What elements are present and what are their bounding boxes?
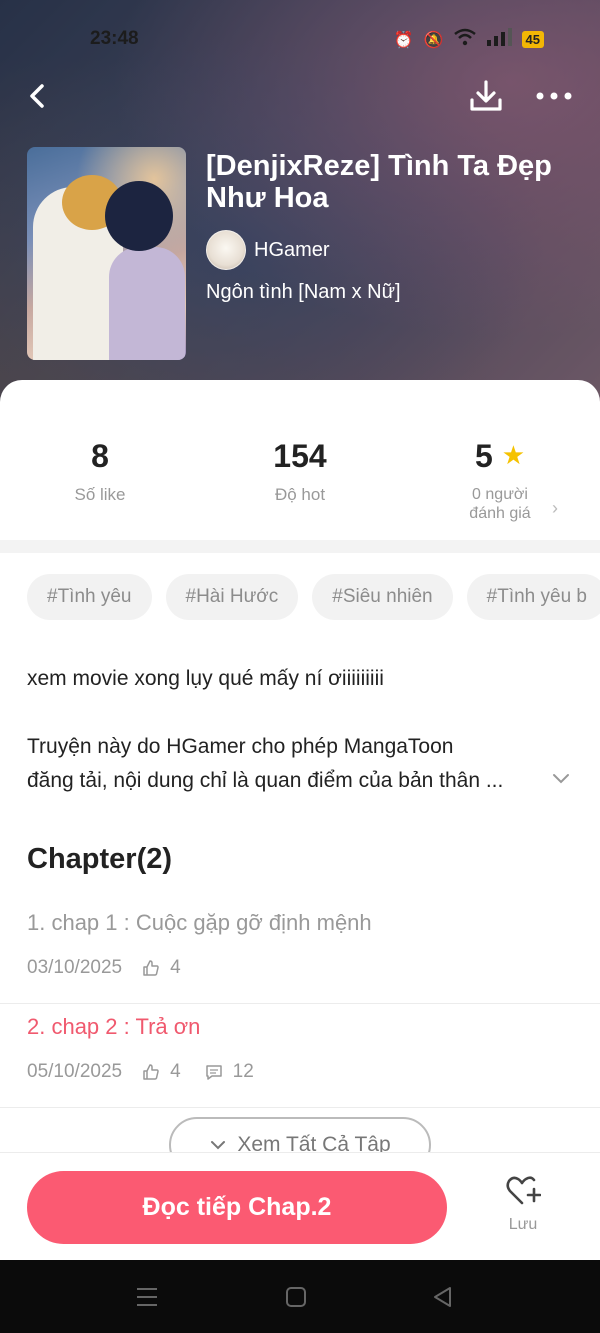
tag-chip[interactable]: #Tình yêu [27, 574, 152, 620]
rating-count-label: 0 người [472, 486, 528, 503]
tag-chip[interactable]: #Tình yêu b [466, 574, 600, 620]
wifi-icon [453, 28, 476, 51]
back-triangle-icon[interactable] [430, 1284, 456, 1310]
thumbs-up-icon [143, 1064, 159, 1080]
chapter-row[interactable]: 2. chap 2 : Trả ơn 05/10/2025 4 12 [0, 1004, 600, 1108]
save-button[interactable]: Lưu [493, 1175, 553, 1245]
genre-label: Ngôn tình [Nam x Nữ] [206, 281, 401, 303]
hot-stat: 154 Độ hot [200, 438, 400, 505]
tag-list: #Tình yêu #Hài Hước #Siêu nhiên #Tình yê… [27, 574, 600, 620]
download-button[interactable] [466, 76, 506, 116]
author-name: HGamer [254, 238, 330, 261]
menu-icon[interactable] [134, 1284, 160, 1310]
home-icon[interactable] [283, 1284, 309, 1310]
description-line: Truyện này do HGamer cho phép MangaToon [27, 735, 454, 758]
chevron-down-icon[interactable] [550, 767, 572, 789]
comment-icon [205, 1065, 222, 1080]
chapter-title: 1. chap 1 : Cuộc gặp gỡ định mệnh [27, 910, 372, 935]
rating-value: 5 [475, 438, 493, 474]
hot-value: 154 [273, 438, 327, 474]
chapter-heading: Chapter(2) [27, 843, 173, 875]
battery-icon: 45 [521, 31, 544, 48]
chapter-date: 03/10/2025 [27, 957, 123, 978]
status-bar: 23:48 ⏰ 🔕 45 [0, 22, 600, 58]
thumbs-up-icon [143, 960, 159, 976]
star-icon: ★ [501, 440, 525, 470]
chapter-likes: 4 [170, 957, 181, 978]
more-dots-icon [536, 92, 572, 100]
status-icons: ⏰ 🔕 45 [394, 28, 544, 51]
book-title: [DenjixReze] Tình Ta Đẹp Như Hoa [206, 150, 552, 214]
tag-chip[interactable]: #Siêu nhiên [312, 574, 453, 620]
chapter-likes: 4 [170, 1061, 181, 1082]
book-cover-image [27, 147, 186, 360]
save-label: Lưu [508, 1216, 538, 1233]
description-line: xem movie xong lụy qué mấy ní ơiiiiiiiii [27, 667, 384, 690]
tag-chip[interactable]: #Hài Hước [165, 574, 299, 620]
mute-icon: 🔕 [423, 31, 444, 49]
signal-icon [486, 28, 512, 51]
rating-count-label-2: đánh giá [469, 505, 531, 522]
more-options-button[interactable] [532, 82, 576, 110]
chapter-title: 2. chap 2 : Trả ơn [27, 1014, 201, 1039]
author-avatar [206, 230, 246, 270]
system-nav-bar [0, 1260, 600, 1333]
back-arrow-icon [30, 84, 44, 108]
content-sheet: 8 Số like 154 Độ hot 5 ★ 0 người đánh gi… [0, 380, 600, 1260]
likes-value: 8 [91, 438, 109, 474]
rating-stat[interactable]: 5 ★ 0 người đánh giá [400, 438, 600, 523]
hot-label: Độ hot [274, 485, 326, 504]
likes-label: Số like [74, 485, 126, 504]
author-link[interactable]: HGamer [206, 230, 330, 270]
back-button[interactable] [20, 78, 56, 114]
section-divider [0, 540, 600, 553]
description[interactable]: xem movie xong lụy qué mấy ní ơiiiiiiiii… [27, 662, 587, 798]
download-icon [470, 80, 502, 111]
alarm-icon: ⏰ [393, 31, 414, 49]
chevron-right-icon[interactable]: › [552, 498, 558, 519]
bottom-action-bar: Đọc tiếp Chap.2 Lưu [0, 1152, 600, 1260]
top-nav [0, 70, 600, 120]
stats-row: 8 Số like 154 Độ hot 5 ★ 0 người đánh gi… [0, 380, 600, 540]
chapter-meta: 03/10/2025 4 [27, 957, 181, 979]
status-time: 23:48 [90, 28, 139, 49]
heart-plus-icon [506, 1176, 542, 1205]
continue-reading-button[interactable]: Đọc tiếp Chap.2 [27, 1171, 447, 1244]
description-line: đăng tải, nội dung chỉ là quan điểm của … [27, 769, 504, 792]
likes-stat: 8 Số like [0, 438, 200, 505]
chapter-comments: 12 [232, 1061, 254, 1082]
chapter-date: 05/10/2025 [27, 1061, 123, 1082]
chapter-row[interactable]: 1. chap 1 : Cuộc gặp gỡ định mệnh 03/10/… [0, 900, 600, 1004]
chapter-meta: 05/10/2025 4 12 [27, 1061, 254, 1083]
